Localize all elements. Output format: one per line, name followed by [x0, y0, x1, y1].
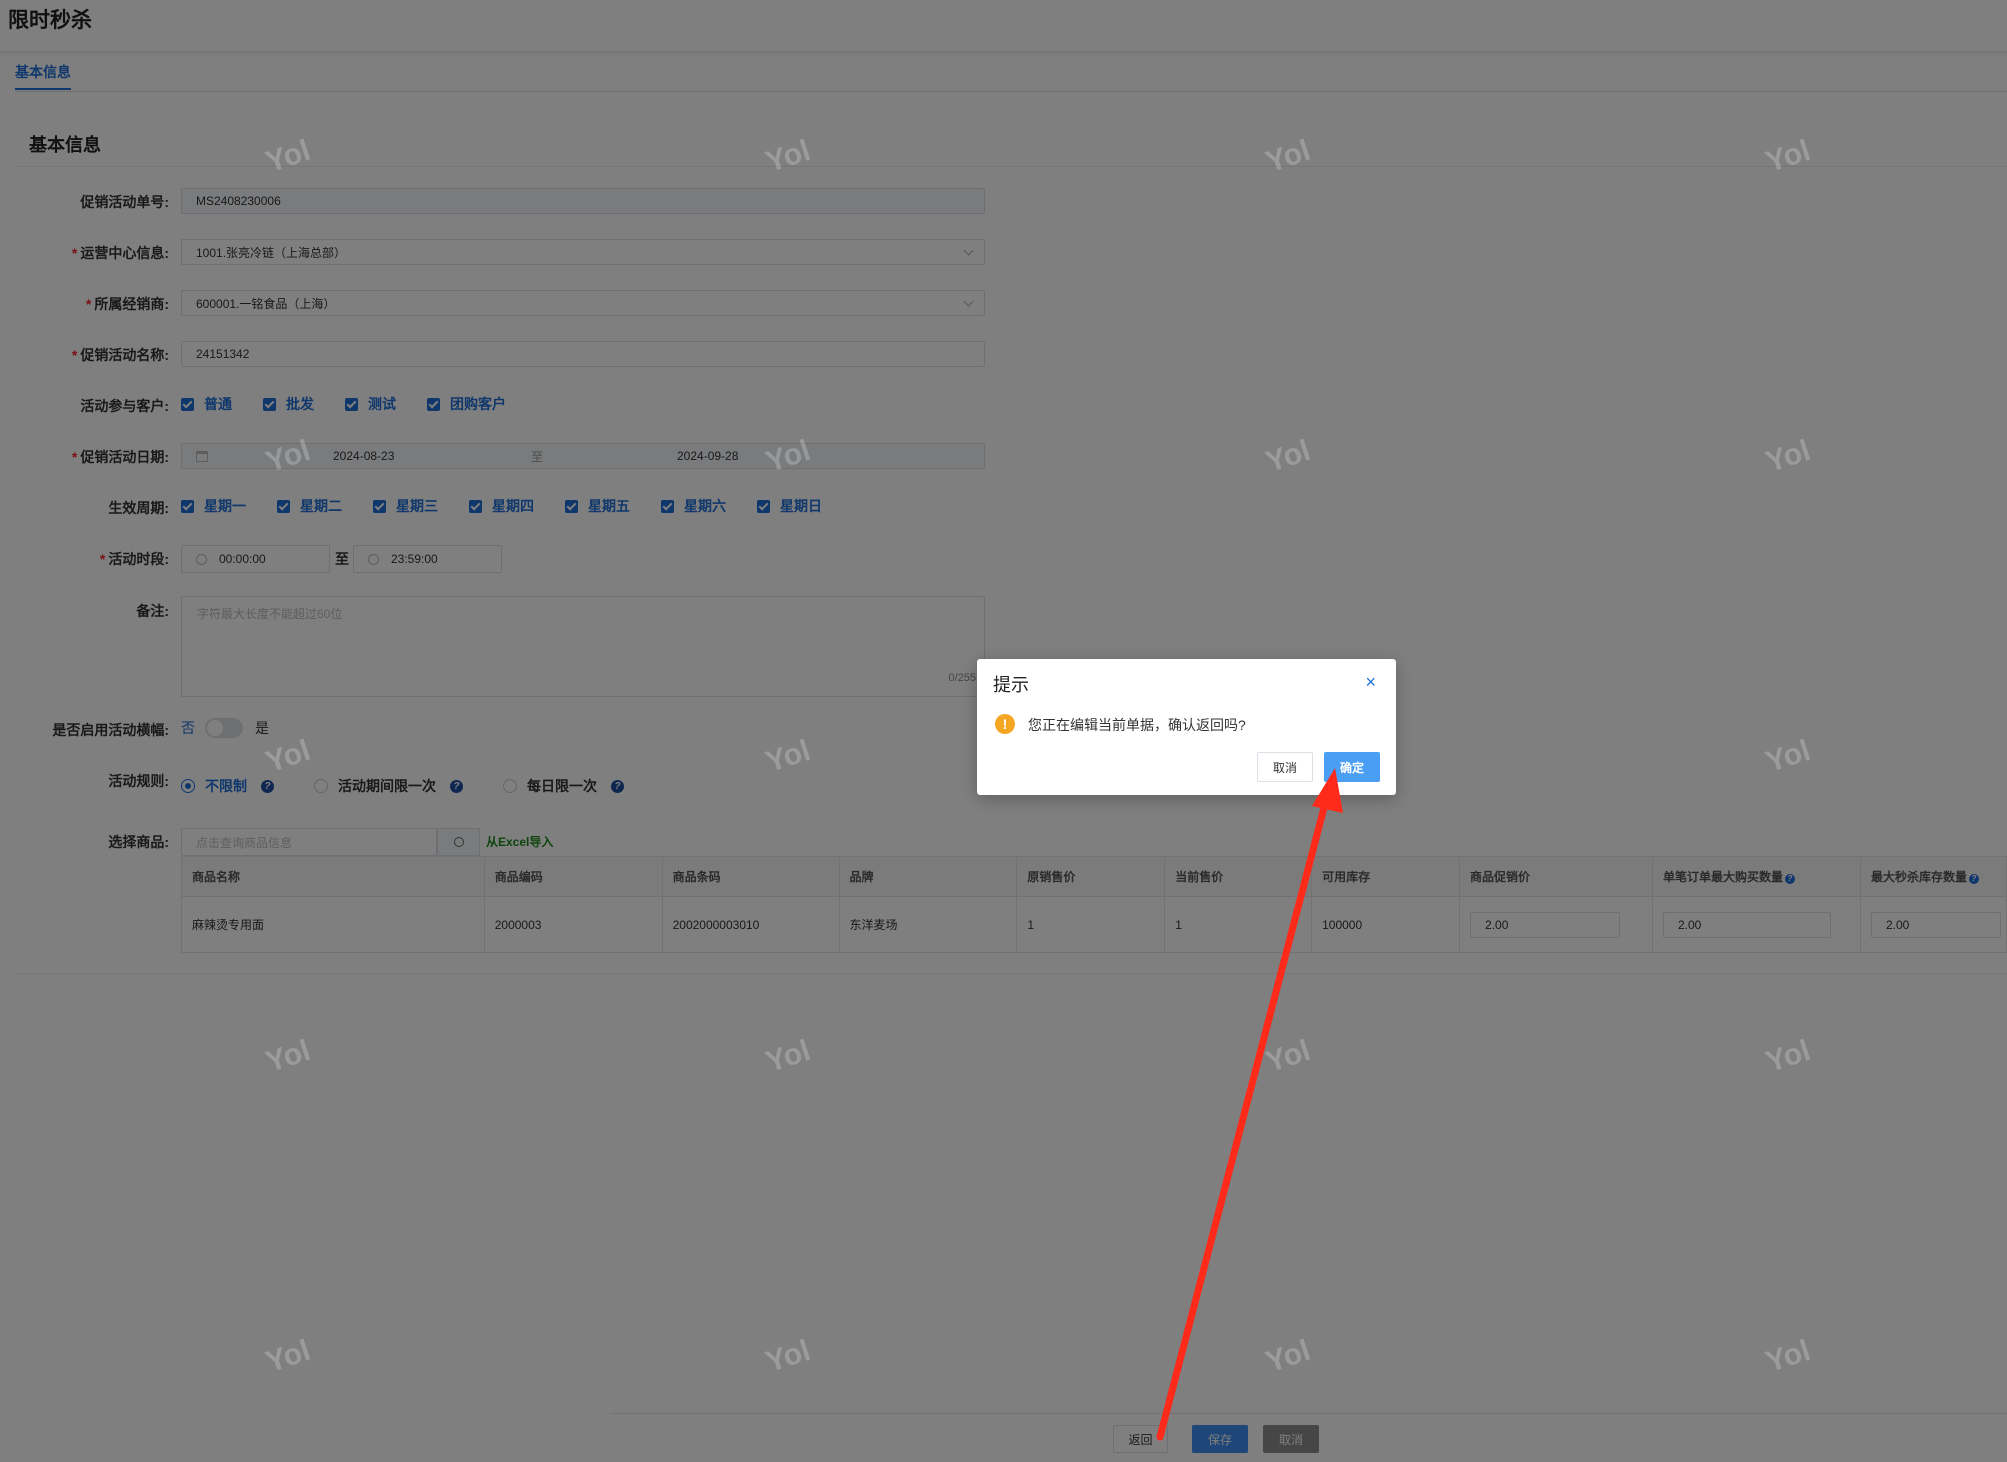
arrow-head: [1312, 768, 1343, 813]
annotation-arrow: [1156, 768, 1343, 1441]
arrow-shaft: [1156, 800, 1329, 1441]
